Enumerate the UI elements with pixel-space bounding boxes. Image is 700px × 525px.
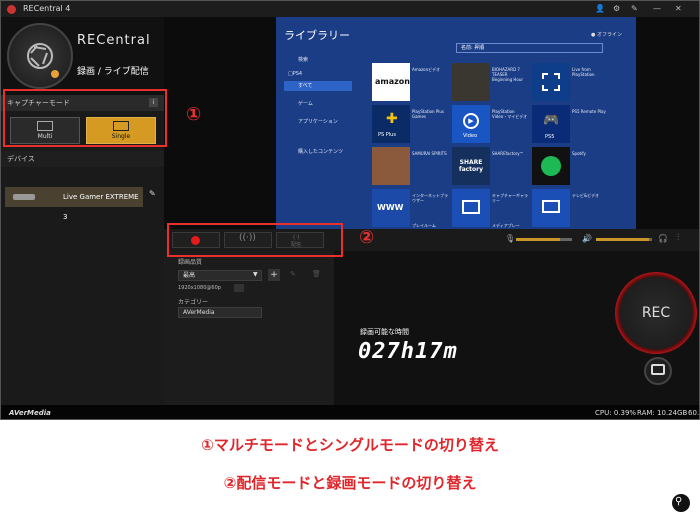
tile-ps-video: ▶ Video (452, 105, 490, 143)
mode-label: 録画 / ライブ配信 (77, 67, 149, 77)
device-name: Live Gamer EXTREME 3 (63, 193, 139, 221)
video-preview: ライブラリー ● オフライン 名前: 昇順 検索 □PS4 すべて ゲーム アプ… (276, 17, 636, 229)
tile-amazon: amazon (372, 63, 410, 101)
category-field[interactable]: AVerMedia (178, 307, 262, 318)
brand-logo: RECentral (77, 33, 151, 48)
tile-label: インターネットブラウザー (412, 193, 448, 203)
gallery-icon (462, 200, 480, 214)
quality-label: 録画品質 (178, 259, 203, 266)
play-icon: ▶ (463, 113, 479, 129)
tile-label: Spotify (572, 151, 586, 156)
tile-label: PlayStation Plus Games (412, 109, 444, 119)
chevron-down-icon: ▼ (253, 271, 258, 278)
avermedia-logo: AVerMedia (9, 409, 51, 417)
tile-resident-evil (452, 63, 490, 101)
tile-browser: WWW (372, 189, 410, 227)
tile-label: Amazonビデオ (412, 67, 441, 72)
close-icon[interactable]: ✕ (675, 1, 682, 17)
headphone-icon[interactable]: 🎧 (658, 234, 668, 243)
tile-ps5-remote: 🎮 PS5 (532, 105, 570, 143)
available-time-value: 027h17m (358, 339, 458, 364)
status-bar: AVerMedia CPU: 0.39% RAM: 10.24GB 60.0 (1, 405, 700, 419)
tile-label: メディアプレー (492, 223, 520, 228)
category-label: カテゴリー (178, 299, 209, 306)
tile-label: PlayStation Video・マイビデオ (492, 109, 528, 119)
caption-line-2: ②配信モードと録画モードの切り替え (223, 474, 477, 492)
tile-tv (532, 189, 570, 227)
tile-spotify (532, 147, 570, 185)
user-icon[interactable]: 👤 (595, 1, 605, 17)
magnifier-icon: ⚲ (675, 496, 683, 507)
tile-label: SHAREfactory™ (492, 151, 524, 156)
tile-capture (452, 189, 490, 227)
camera-icon (651, 364, 665, 375)
preview-menu-item: 検索 (298, 57, 309, 63)
mixer-icon[interactable]: ⫶ (677, 233, 679, 243)
tile-label: SAMURAI SPIRITS (412, 151, 447, 156)
speaker-icon[interactable]: 🔊 (582, 234, 592, 243)
titlebar: RECentral 4 👤 ⚙ ✎ — ✕ (1, 1, 699, 17)
caption-line-1: ①マルチモードとシングルモードの切り替え (201, 436, 499, 454)
callout-box-2 (167, 223, 343, 257)
add-quality-button[interactable]: + (268, 269, 280, 281)
window-title: RECentral 4 (23, 4, 71, 13)
mode-dial[interactable] (7, 23, 73, 89)
psplus-icon: ✚ (386, 111, 398, 127)
preview-menu-item: □PS4 (288, 71, 303, 77)
mic-volume-slider[interactable] (516, 238, 572, 241)
preview-menu-item: すべて (284, 81, 352, 91)
tile-label: BIOHAZARD 7 TEASER Beginning Hour (492, 67, 524, 82)
callout-box-1 (3, 89, 167, 147)
preview-offline: ● オフライン (591, 32, 622, 38)
callout-number-2: ② (359, 227, 375, 248)
zoom-button[interactable]: ⚲ (672, 494, 690, 512)
tile-label: プレイルーム (412, 223, 436, 228)
preview-menu-item: ゲーム (298, 101, 313, 107)
app-icon (7, 5, 16, 14)
tile-label: PS5 Remote Play (572, 109, 606, 114)
preview-title: ライブラリー (284, 29, 350, 42)
callout-number-1: ① (186, 104, 202, 125)
record-settings: 録画品質 最高 ▼ + ✎ 🗑 1920x1080@60p カテゴリー AVer… (164, 251, 334, 405)
spotify-icon (541, 156, 561, 176)
pin-icon[interactable]: ✎ (631, 1, 638, 17)
amazon-logo: amazon (375, 77, 410, 86)
device-icon (13, 194, 35, 200)
tile-samurai (372, 147, 410, 185)
resolution-toggle[interactable] (234, 284, 244, 292)
device-edit-icon[interactable]: ✎ (149, 189, 161, 203)
tv-icon (542, 200, 560, 213)
device-item[interactable]: Live Gamer EXTREME 3 (5, 187, 143, 221)
speaker-volume-slider[interactable] (596, 238, 652, 241)
tile-label: Live from PlayStation (572, 67, 595, 77)
logo-area: RECentral 録画 / ライブ配信 (1, 17, 164, 95)
ram-usage: RAM: 10.24GB (637, 409, 688, 417)
tile-psplus: ✚ PS Plus (372, 105, 410, 143)
snapshot-button[interactable] (644, 357, 672, 385)
tile-sharefactory: SHARE factory (452, 147, 490, 185)
fps-value: 60.0 (688, 409, 700, 417)
camera-aperture-icon (27, 43, 59, 78)
preview-menu-item: アプリケーション (298, 119, 338, 125)
settings-icon[interactable]: ⚙ (613, 1, 620, 17)
left-panel: RECentral 録画 / ライブ配信 キャプチャーモード i Multi S… (1, 17, 164, 405)
edit-quality-icon[interactable]: ✎ (290, 270, 296, 278)
preview-sort-select: 名前: 昇順 (456, 43, 603, 53)
rec-button[interactable]: REC (615, 272, 697, 354)
preview-menu-item: 購入したコンテンツ (298, 149, 344, 155)
tile-label: テレビ&ビデオ (572, 193, 600, 198)
cpu-usage: CPU: 0.39% (595, 409, 637, 417)
grid-icon (542, 73, 560, 91)
quality-select[interactable]: 最高 (178, 270, 262, 281)
resolution-text: 1920x1080@60p (178, 285, 221, 291)
delete-quality-icon[interactable]: 🗑 (312, 270, 321, 278)
tile-live-from-ps (532, 63, 570, 101)
microphone-icon[interactable]: 🎙 (505, 234, 515, 243)
device-header: デバイス (1, 151, 164, 167)
recentral-window: RECentral 4 👤 ⚙ ✎ — ✕ RECentral 録画 / ライブ… (0, 0, 700, 420)
tile-label: キャプチャーギャラリー (492, 193, 528, 203)
minimize-icon[interactable]: — (653, 1, 661, 17)
available-time-label: 録画可能な時間 (360, 328, 409, 336)
controller-icon: 🎮 (543, 113, 560, 128)
